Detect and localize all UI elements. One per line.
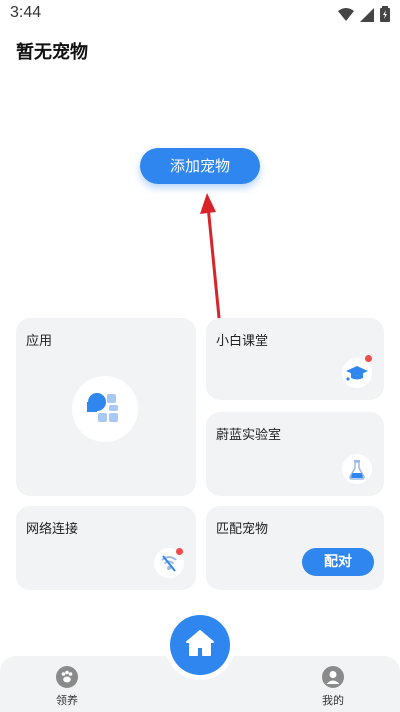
home-icon — [183, 626, 217, 664]
classroom-badge — [365, 355, 372, 362]
apps-card-label: 应用 — [26, 334, 53, 349]
match-pet-card[interactable]: 匹配宠物 配对 — [206, 506, 384, 590]
network-badge — [176, 548, 183, 555]
nav-item-adopt-label: 领养 — [56, 694, 78, 707]
flask-icon — [342, 454, 372, 484]
status-icons — [338, 6, 390, 26]
apps-icon — [72, 376, 138, 442]
nav-item-mine[interactable]: 我的 — [308, 666, 358, 708]
network-card-label: 网络连接 — [26, 522, 79, 537]
network-card[interactable]: 网络连接 — [16, 506, 196, 590]
page-title: 暂无宠物 — [16, 42, 88, 63]
status-bar: 3:44 — [0, 0, 400, 28]
apps-card[interactable]: 应用 — [16, 318, 196, 496]
lab-card-label: 蔚蓝实验室 — [216, 428, 282, 443]
pair-button[interactable]: 配对 — [302, 548, 374, 576]
paw-icon — [56, 666, 78, 688]
add-pet-button[interactable]: 添加宠物 — [140, 148, 260, 184]
lab-card[interactable]: 蔚蓝实验室 — [206, 412, 384, 496]
graduation-cap-icon — [342, 358, 372, 388]
classroom-card-label: 小白课堂 — [216, 334, 269, 349]
signal-icon — [360, 7, 374, 26]
match-pet-card-label: 匹配宠物 — [216, 522, 269, 537]
nav-item-mine-label: 我的 — [322, 694, 344, 707]
nav-item-adopt[interactable]: 领养 — [42, 666, 92, 708]
wifi-icon — [338, 7, 354, 26]
battery-icon — [380, 6, 390, 26]
classroom-card[interactable]: 小白课堂 — [206, 318, 384, 400]
home-button[interactable] — [170, 615, 230, 675]
user-icon — [322, 666, 344, 688]
status-time: 3:44 — [10, 4, 42, 21]
